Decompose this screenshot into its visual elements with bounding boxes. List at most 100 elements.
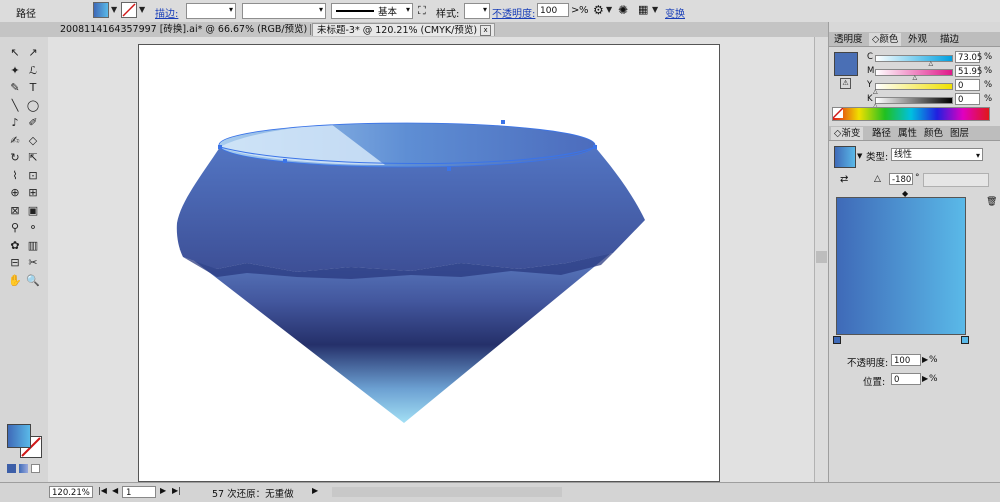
channel-slider-k[interactable]	[875, 97, 953, 104]
channel-slider-c[interactable]	[875, 55, 953, 62]
variable-width-dropdown[interactable]: ▾	[242, 3, 326, 19]
zoom-tool[interactable]: 🔍	[25, 274, 41, 288]
stroke-dropdown-icon[interactable]: ▼	[139, 5, 145, 14]
direct-selection-tool[interactable]: ↗	[25, 46, 41, 60]
channel-value-k[interactable]: 0	[955, 93, 980, 105]
opacity-input[interactable]: 100	[537, 3, 569, 17]
delete-stop-icon[interactable]: 🗑	[986, 197, 997, 207]
selection-tool[interactable]: ↖	[7, 46, 23, 60]
tab-appearance[interactable]: 外观	[905, 33, 930, 46]
channel-slider-y[interactable]	[875, 83, 953, 90]
gradient-preview-swatch[interactable]	[834, 146, 856, 168]
recolor-dropdown-icon[interactable]: ▼	[606, 5, 612, 14]
gradient-tool[interactable]: ▣	[25, 204, 41, 218]
symbol-sprayer-tool[interactable]: ✿	[7, 239, 23, 253]
isolate-icon[interactable]: ✺	[618, 3, 628, 17]
align-options-icon[interactable]: ▦	[638, 3, 648, 16]
stop-opacity-input[interactable]: 100	[891, 354, 921, 366]
tab-swatch-color[interactable]: 颜色	[921, 127, 946, 140]
artboard[interactable]	[138, 44, 720, 482]
horizontal-scrollbar[interactable]	[332, 487, 562, 497]
channel-value-c[interactable]: 73.05	[955, 51, 982, 63]
stop-position-arrow-icon[interactable]: ▶	[922, 374, 928, 383]
tab-gradient[interactable]: ◇渐变	[831, 127, 864, 140]
paintbrush-tool[interactable]: ♪	[7, 116, 23, 130]
first-page-icon[interactable]: |◀	[98, 486, 107, 495]
stop-position-input[interactable]: 0	[891, 373, 921, 385]
line-tool[interactable]: ╲	[7, 99, 23, 113]
gradient-stop-start[interactable]	[833, 336, 841, 344]
eyedropper-tool[interactable]: ⚲	[7, 221, 23, 235]
out-of-gamut-icon[interactable]: ⚠	[840, 78, 851, 89]
tab-attributes[interactable]: 属性	[895, 127, 920, 140]
none-mode-icon[interactable]	[31, 464, 40, 473]
color-fill-swatch[interactable]	[834, 52, 858, 76]
slider-thumb-icon[interactable]: △	[873, 88, 878, 95]
stroke-weight-input[interactable]: ▾	[186, 3, 236, 19]
close-icon[interactable]: x	[480, 25, 492, 36]
next-page-icon[interactable]: ▶	[160, 486, 166, 495]
last-page-icon[interactable]: ▶|	[172, 486, 181, 495]
gradient-type-dropdown[interactable]: 线性 ▾	[891, 148, 983, 161]
anchor-point[interactable]	[593, 145, 597, 149]
anchor-point[interactable]	[218, 145, 222, 149]
slider-thumb-icon[interactable]: △	[912, 74, 917, 81]
pen-tool[interactable]: ✎	[7, 81, 23, 95]
diamond-artwork[interactable]	[139, 45, 719, 481]
none-color-icon[interactable]	[832, 107, 844, 119]
color-spectrum-bar[interactable]	[832, 107, 990, 121]
rotate-tool[interactable]: ↻	[7, 151, 23, 165]
aspect-ratio-input[interactable]	[923, 173, 989, 187]
vertical-scrollbar[interactable]	[814, 37, 829, 482]
tab-document-1[interactable]: 2008114164357997 [砖换].ai* @ 66.67% (RGB/…	[56, 23, 311, 36]
anchor-point[interactable]	[447, 167, 451, 171]
tab-color[interactable]: ◇颜色	[869, 33, 902, 46]
tab-stroke[interactable]: 描边	[937, 33, 962, 46]
scale-tool[interactable]: ⇱	[25, 151, 41, 165]
stroke-label[interactable]: 描边:	[155, 5, 178, 20]
ellipse-tool[interactable]: ◯	[25, 99, 41, 113]
reverse-gradient-icon[interactable]: ⇄	[840, 174, 848, 185]
free-transform-tool[interactable]: ⊡	[25, 169, 41, 183]
lasso-tool[interactable]: ℒ	[25, 64, 41, 78]
tab-document-2[interactable]: 未标题-3* @ 120.21% (CMYK/预览) x	[312, 23, 495, 36]
fill-swatch[interactable]	[93, 2, 109, 18]
warp-tool[interactable]: ⌇	[7, 169, 23, 183]
scroll-thumb[interactable]	[816, 251, 827, 263]
tab-transparency[interactable]: 透明度	[831, 33, 866, 46]
eraser-tool[interactable]: ◇	[25, 134, 41, 148]
align-stroke-icon[interactable]: ⛶	[418, 4, 426, 18]
tab-layers[interactable]: 图层	[947, 127, 972, 140]
close-icon[interactable]: x	[310, 24, 311, 35]
align-dropdown-icon[interactable]: ▼	[652, 5, 658, 14]
tab-path[interactable]: 路径	[869, 127, 894, 140]
stop-opacity-arrow-icon[interactable]: ▶	[922, 355, 928, 364]
color-mode-icon[interactable]	[7, 464, 16, 473]
anchor-point[interactable]	[501, 120, 505, 124]
gradient-preset-dropdown-icon[interactable]: ▼	[857, 152, 862, 160]
slider-thumb-icon[interactable]: △	[929, 60, 934, 67]
channel-value-y[interactable]: 0	[955, 79, 980, 91]
fill-color-box[interactable]	[7, 424, 31, 448]
angle-input[interactable]: -180	[889, 173, 913, 185]
blend-tool[interactable]: ⚬	[25, 221, 41, 235]
zoom-input[interactable]: 120.21%	[49, 486, 93, 498]
brush-definition-dropdown[interactable]: 基本 ▾	[331, 3, 413, 19]
slice-tool[interactable]: ✂	[25, 256, 41, 270]
gradient-mode-icon[interactable]	[19, 464, 28, 473]
channel-value-m[interactable]: 51.95	[955, 65, 982, 77]
blob-brush-tool[interactable]: ✍	[7, 134, 23, 148]
magic-wand-tool[interactable]: ✦	[7, 64, 23, 78]
prev-page-icon[interactable]: ◀	[112, 486, 118, 495]
shape-builder-tool[interactable]: ⊕	[7, 186, 23, 200]
perspective-tool[interactable]: ⊞	[25, 186, 41, 200]
opacity-label[interactable]: 不透明度:	[492, 5, 535, 20]
hand-tool[interactable]: ✋	[7, 274, 23, 288]
fill-dropdown-icon[interactable]: ▼	[111, 5, 117, 14]
recolor-artwork-icon[interactable]: ⚙	[593, 3, 604, 17]
transform-link[interactable]: 变换	[665, 5, 685, 20]
pencil-tool[interactable]: ✐	[25, 116, 41, 130]
stroke-swatch[interactable]	[121, 2, 137, 18]
gradient-stop-end[interactable]	[961, 336, 969, 344]
column-graph-tool[interactable]: ▥	[25, 239, 41, 253]
